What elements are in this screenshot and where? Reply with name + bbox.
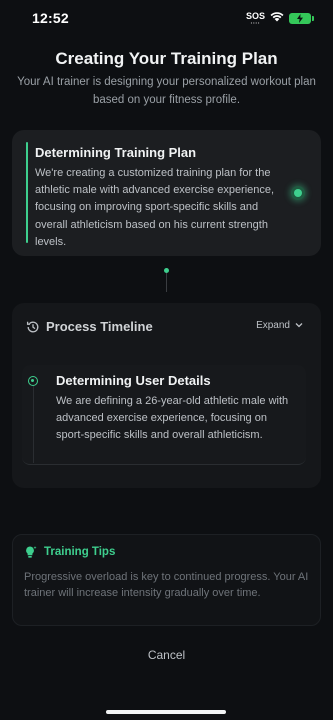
timeline-expand-button[interactable]: Expand xyxy=(256,320,303,331)
current-step-card: Determining Training Plan We're creating… xyxy=(12,130,321,256)
status-bar: 12:52 SOS •••• xyxy=(0,0,333,36)
chevron-down-icon xyxy=(295,320,303,331)
page-subtitle: Your AI trainer is designing your person… xyxy=(17,76,316,106)
page-title: Creating Your Training Plan xyxy=(55,49,278,68)
home-indicator[interactable] xyxy=(106,710,226,714)
current-step-description: We're creating a customized training pla… xyxy=(35,167,275,248)
history-icon xyxy=(26,320,40,339)
status-icons: SOS •••• xyxy=(245,9,314,27)
cancel-button[interactable]: Cancel xyxy=(0,648,333,662)
current-step-title: Determining Training Plan xyxy=(35,145,197,160)
timeline-item-description: We are defining a 26-year-old athletic m… xyxy=(56,395,289,442)
process-timeline-card: Process Timeline Expand Determining User… xyxy=(12,303,321,488)
tips-body: Progressive overload is key to continued… xyxy=(24,571,309,599)
current-step-accent-bar xyxy=(26,142,28,243)
sos-indicator: SOS •••• xyxy=(245,10,265,25)
lightbulb-icon xyxy=(24,545,38,564)
timeline-rail xyxy=(33,377,34,463)
wifi-icon xyxy=(270,9,284,27)
expand-label: Expand xyxy=(256,320,290,331)
timeline-status-dot-icon xyxy=(28,376,38,386)
connector-line xyxy=(166,273,167,292)
timeline-item: Determining User Details We are defining… xyxy=(22,365,306,465)
timeline-item-title: Determining User Details xyxy=(56,373,211,388)
training-tips-card: Training Tips Progressive overload is ke… xyxy=(12,534,321,626)
progress-pulse-icon xyxy=(291,186,305,200)
tips-title: Training Tips xyxy=(44,546,116,558)
status-time: 12:52 xyxy=(32,10,69,26)
timeline-title: Process Timeline xyxy=(46,319,153,334)
battery-icon xyxy=(289,12,314,24)
